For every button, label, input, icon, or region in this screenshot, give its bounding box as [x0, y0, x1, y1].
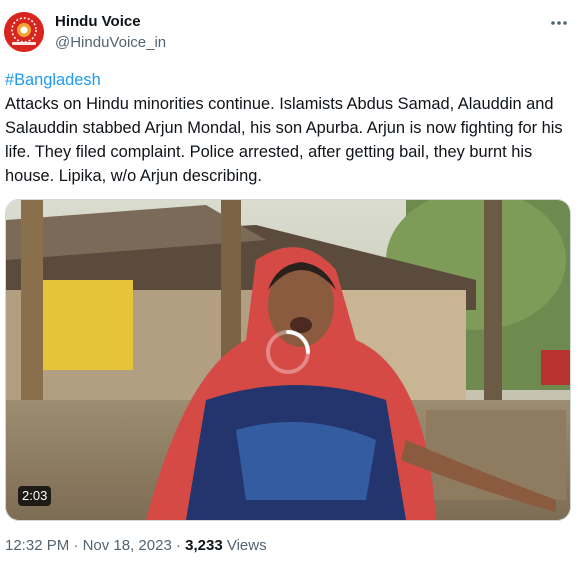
video-thumbnail [6, 200, 570, 520]
hashtag-link[interactable]: #Bangladesh [5, 68, 570, 92]
views-count: 3,233 [185, 537, 223, 554]
meta-separator-2: · [175, 537, 181, 554]
more-horizontal-icon[interactable] [548, 14, 570, 32]
avatar-logo-icon [4, 12, 44, 52]
tweet-date[interactable]: Nov 18, 2023 [83, 537, 172, 554]
tweet-text: #Bangladesh Attacks on Hindu minorities … [5, 68, 570, 188]
tweet-meta: 12:32 PM · Nov 18, 2023 · 3,233 Views [5, 537, 267, 554]
views-label: Views [226, 537, 267, 554]
author-handle[interactable]: @HinduVoice_in [55, 34, 166, 51]
tweet-body: Attacks on Hindu minorities continue. Is… [5, 95, 563, 185]
video-duration: 2:03 [18, 486, 52, 506]
tweet-time[interactable]: 12:32 PM [5, 537, 69, 554]
avatar[interactable] [4, 12, 44, 52]
video-player[interactable]: 2:03 [5, 199, 571, 521]
tweet-card: Hindu Voice @HinduVoice_in #Bangladesh A… [0, 0, 582, 563]
author-name[interactable]: Hindu Voice [55, 13, 141, 30]
meta-separator: · [73, 537, 79, 554]
